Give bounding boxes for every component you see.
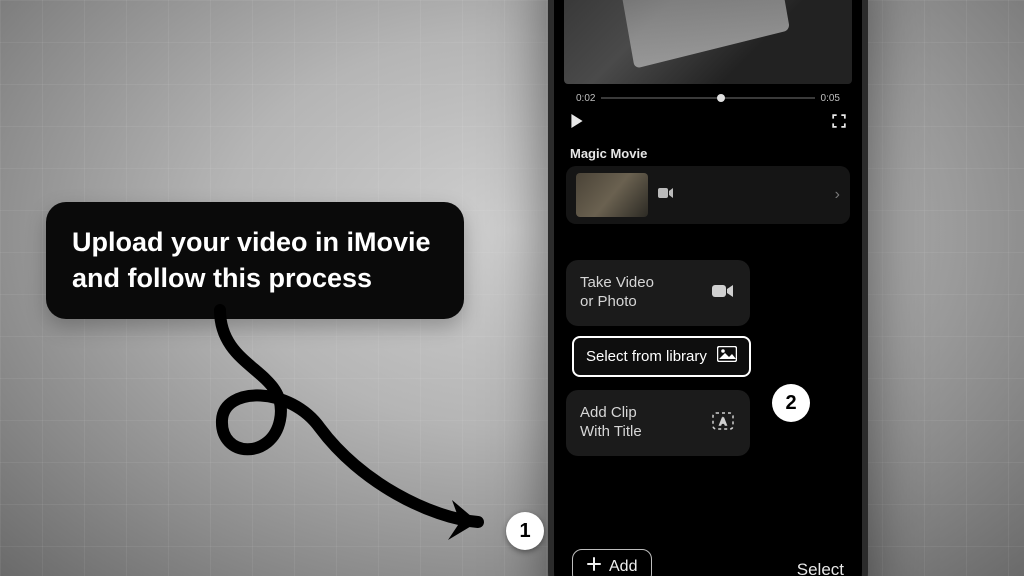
step-badge-1: 1 — [506, 512, 544, 550]
phone-frame: 0:02 0:05 Magic Movie — [548, 0, 868, 576]
add-label: Add — [609, 558, 637, 576]
title-frame-icon: A — [710, 412, 736, 435]
phone-screen: 0:02 0:05 Magic Movie — [554, 0, 862, 576]
select-label: Select — [797, 560, 844, 576]
play-icon[interactable] — [570, 114, 584, 131]
instruction-text: Upload your video in iMovie and follow t… — [72, 227, 431, 293]
take-label-l2: or Photo — [580, 293, 654, 312]
timeline-thumb[interactable] — [717, 94, 725, 102]
section-title: Magic Movie — [570, 146, 647, 161]
video-camera-icon — [658, 187, 835, 204]
title-label-l1: Add Clip — [580, 404, 642, 423]
picture-icon — [717, 346, 737, 367]
step-1-number: 1 — [519, 520, 530, 543]
title-label-l2: With Title — [580, 423, 642, 442]
fullscreen-icon[interactable] — [832, 114, 846, 131]
clip-meta — [658, 187, 835, 204]
video-camera-icon — [710, 283, 736, 304]
time-total: 0:05 — [815, 93, 846, 104]
video-preview[interactable] — [564, 0, 852, 84]
preview-thumbnail — [618, 0, 790, 69]
add-clip-with-title-button[interactable]: Add Clip With Title A — [566, 390, 750, 456]
take-video-photo-button[interactable]: Take Video or Photo — [566, 260, 750, 326]
svg-text:A: A — [720, 417, 727, 428]
take-label-l1: Take Video — [580, 274, 654, 293]
time-elapsed: 0:02 — [570, 93, 601, 104]
pointer-arrow — [160, 300, 520, 560]
timeline[interactable]: 0:02 0:05 — [570, 88, 846, 108]
clip-thumbnail — [576, 173, 648, 217]
add-button[interactable]: Add — [572, 549, 652, 576]
chevron-right-icon: › — [835, 186, 840, 204]
step-2-number: 2 — [785, 392, 796, 415]
step-badge-2: 2 — [772, 384, 810, 422]
instruction-callout: Upload your video in iMovie and follow t… — [46, 202, 464, 319]
timeline-track[interactable] — [601, 97, 814, 99]
select-from-library-button[interactable]: Select from library — [572, 336, 751, 377]
select-button[interactable]: Select — [797, 560, 844, 576]
select-from-library-label: Select from library — [586, 348, 707, 365]
plus-icon — [587, 557, 601, 576]
clip-row[interactable]: › — [566, 166, 850, 224]
